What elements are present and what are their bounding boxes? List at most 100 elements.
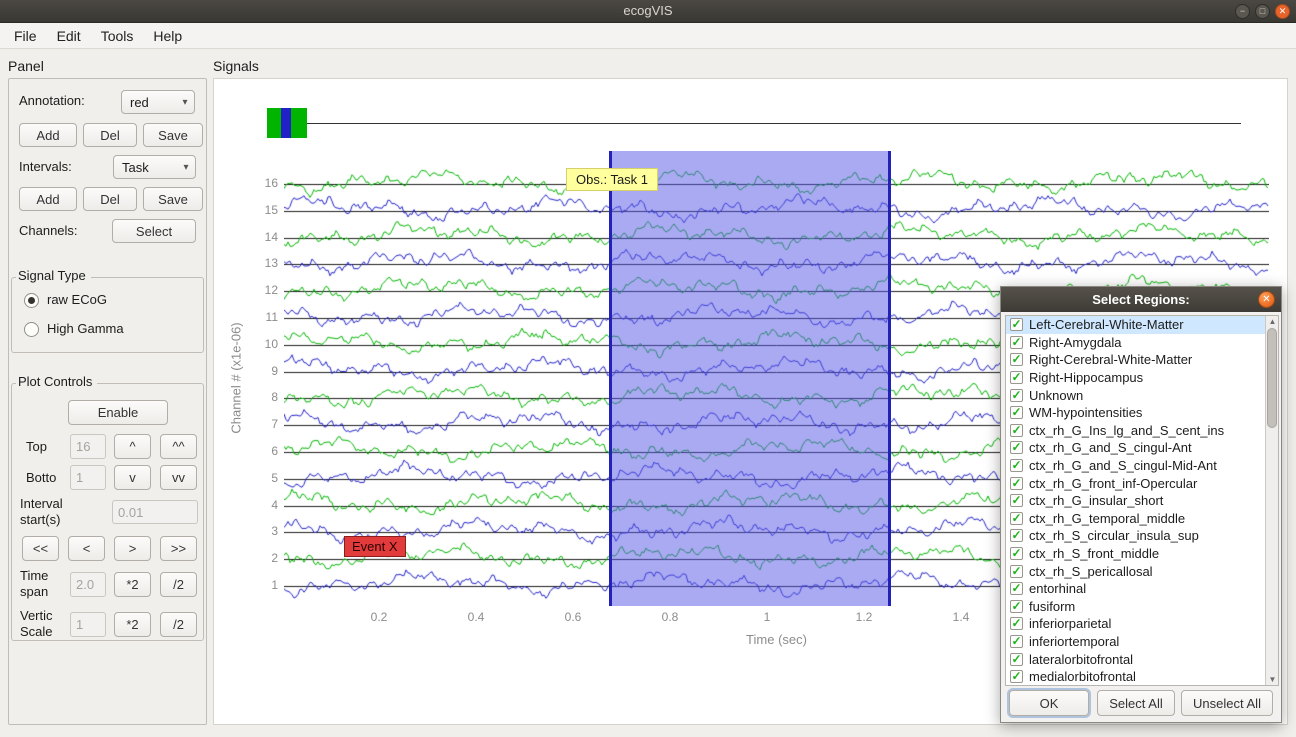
plot-controls-group: Plot Controls Enable Top ^ ^^ Botto v vv… [11, 383, 204, 641]
checkbox-checked-icon[interactable]: ✓ [1010, 547, 1023, 560]
region-list-item[interactable]: ✓inferiortemporal [1006, 633, 1278, 651]
scrollbar-thumb[interactable] [1267, 328, 1277, 428]
signal-type-option[interactable]: raw ECoG [24, 291, 107, 309]
checkbox-checked-icon[interactable]: ✓ [1010, 459, 1023, 472]
channel-down-fast-button[interactable]: vv [160, 465, 197, 490]
menu-file[interactable]: File [4, 24, 47, 48]
checkbox-checked-icon[interactable]: ✓ [1010, 477, 1023, 490]
top-channel-input[interactable] [70, 434, 106, 459]
region-list-item[interactable]: ✓Right-Cerebral-White-Matter [1006, 351, 1278, 369]
channel-up-button[interactable]: ^ [114, 434, 151, 459]
annotation-save-button[interactable]: Save [143, 123, 203, 147]
menu-help[interactable]: Help [143, 24, 192, 48]
titlebar: ecogVIS − □ ✕ [0, 0, 1296, 23]
region-list-item[interactable]: ✓Right-Amygdala [1006, 334, 1278, 352]
region-list-item[interactable]: ✓ctx_rh_S_pericallosal [1006, 562, 1278, 580]
channel-down-button[interactable]: v [114, 465, 151, 490]
vertical-scale-double-button[interactable]: *2 [114, 612, 151, 637]
checkbox-checked-icon[interactable]: ✓ [1010, 512, 1023, 525]
region-list-item[interactable]: ✓ medialorbitofrontal [1006, 668, 1278, 686]
dialog-titlebar[interactable]: Select Regions: ✕ [1001, 287, 1281, 312]
checkbox-checked-icon[interactable]: ✓ [1010, 635, 1023, 648]
channel-up-fast-button[interactable]: ^^ [160, 434, 197, 459]
event-annotation[interactable]: Event X [344, 536, 406, 557]
scrollbar[interactable]: ▲ ▼ [1265, 316, 1278, 685]
checkbox-checked-icon[interactable]: ✓ [1010, 406, 1023, 419]
checkbox-checked-icon[interactable]: ✓ [1010, 600, 1023, 613]
interval-region[interactable] [609, 151, 891, 606]
intervals-del-button[interactable]: Del [83, 187, 137, 211]
page-forward-button[interactable]: >> [160, 536, 197, 561]
time-span-input[interactable] [70, 572, 106, 597]
y-tick-label: 15 [254, 203, 278, 217]
scroll-up-icon[interactable]: ▲ [1266, 317, 1279, 326]
bottom-channel-input[interactable] [70, 465, 106, 490]
step-forward-button[interactable]: > [114, 536, 151, 561]
channels-select-button[interactable]: Select [112, 219, 196, 243]
checkbox-checked-icon[interactable]: ✓ [1010, 389, 1023, 402]
x-tick-label: 1 [747, 610, 787, 624]
time-span-double-button[interactable]: *2 [114, 572, 151, 597]
checkbox-checked-icon[interactable]: ✓ [1010, 617, 1023, 630]
checkbox-checked-icon[interactable]: ✓ [1010, 653, 1023, 666]
checkbox-checked-icon[interactable]: ✓ [1010, 336, 1023, 349]
region-list-item[interactable]: ✓ctx_rh_G_Ins_lg_and_S_cent_ins [1006, 422, 1278, 440]
close-window-button[interactable]: ✕ [1275, 4, 1290, 19]
region-list-item[interactable]: ✓ctx_rh_S_circular_insula_sup [1006, 527, 1278, 545]
dialog-close-button[interactable]: ✕ [1258, 291, 1275, 308]
region-list-item[interactable]: ✓inferiorparietal [1006, 615, 1278, 633]
checkbox-checked-icon[interactable]: ✓ [1010, 424, 1023, 437]
menu-tools[interactable]: Tools [91, 24, 144, 48]
ok-button[interactable]: OK [1009, 690, 1089, 716]
checkbox-checked-icon[interactable]: ✓ [1010, 371, 1023, 384]
scroll-down-icon[interactable]: ▼ [1266, 675, 1279, 684]
minimize-button[interactable]: − [1235, 4, 1250, 19]
region-list-item[interactable]: ✓ctx_rh_G_temporal_middle [1006, 510, 1278, 528]
intervals-save-button[interactable]: Save [143, 187, 203, 211]
x-tick-label: 0.6 [553, 610, 593, 624]
checkbox-checked-icon[interactable]: ✓ [1010, 582, 1023, 595]
signal-type-option[interactable]: High Gamma [24, 320, 124, 338]
checkbox-checked-icon[interactable]: ✓ [1010, 565, 1023, 578]
region-item-label: entorhinal [1029, 581, 1086, 596]
x-tick-label: 1.4 [941, 610, 981, 624]
region-list-item[interactable]: ✓ctx_rh_S_front_middle [1006, 545, 1278, 563]
annotation-combobox[interactable]: red ▾ [121, 90, 195, 114]
region-list-item[interactable]: ✓ entorhinal [1006, 580, 1278, 598]
timeline-interval-marker[interactable] [267, 108, 307, 138]
checkbox-checked-icon[interactable]: ✓ [1010, 494, 1023, 507]
vertical-scale-halve-button[interactable]: /2 [160, 612, 197, 637]
intervals-add-button[interactable]: Add [19, 187, 77, 211]
annotation-add-button[interactable]: Add [19, 123, 77, 147]
step-back-button[interactable]: < [68, 536, 105, 561]
menu-edit[interactable]: Edit [47, 24, 91, 48]
timeline-segment [281, 108, 291, 138]
region-list-item[interactable]: ✓ctx_rh_G_and_S_cingul-Ant [1006, 439, 1278, 457]
enable-button[interactable]: Enable [68, 400, 168, 425]
interval-start-input[interactable] [112, 500, 198, 524]
annotation-del-button[interactable]: Del [83, 123, 137, 147]
unselect-all-button[interactable]: Unselect All [1181, 690, 1273, 716]
region-list-item[interactable]: ✓Unknown [1006, 386, 1278, 404]
select-all-button[interactable]: Select All [1097, 690, 1175, 716]
time-span-halve-button[interactable]: /2 [160, 572, 197, 597]
intervals-combobox[interactable]: Task ▾ [113, 155, 196, 179]
checkbox-checked-icon[interactable]: ✓ [1010, 441, 1023, 454]
region-list-item[interactable]: ✓Right-Hippocampus [1006, 369, 1278, 387]
maximize-button[interactable]: □ [1255, 4, 1270, 19]
region-list-item[interactable]: ✓WM-hypointensities [1006, 404, 1278, 422]
checkbox-checked-icon[interactable]: ✓ [1010, 670, 1023, 683]
vertical-scale-input[interactable] [70, 612, 106, 637]
region-list-item[interactable]: ✓ctx_rh_G_insular_short [1006, 492, 1278, 510]
checkbox-checked-icon[interactable]: ✓ [1010, 318, 1023, 331]
checkbox-checked-icon[interactable]: ✓ [1010, 529, 1023, 542]
page-back-button[interactable]: << [22, 536, 59, 561]
region-item-label: medialorbitofrontal [1029, 669, 1136, 684]
region-list-item[interactable]: ✓ctx_rh_G_and_S_cingul-Mid-Ant [1006, 457, 1278, 475]
x-tick-label: 0.4 [456, 610, 496, 624]
region-list-item[interactable]: ✓Left-Cerebral-White-Matter [1006, 316, 1278, 334]
region-list-item[interactable]: ✓ctx_rh_G_front_inf-Opercular [1006, 474, 1278, 492]
region-list-item[interactable]: ✓lateralorbitofrontal [1006, 650, 1278, 668]
checkbox-checked-icon[interactable]: ✓ [1010, 353, 1023, 366]
region-list-item[interactable]: ✓fusiform [1006, 598, 1278, 616]
